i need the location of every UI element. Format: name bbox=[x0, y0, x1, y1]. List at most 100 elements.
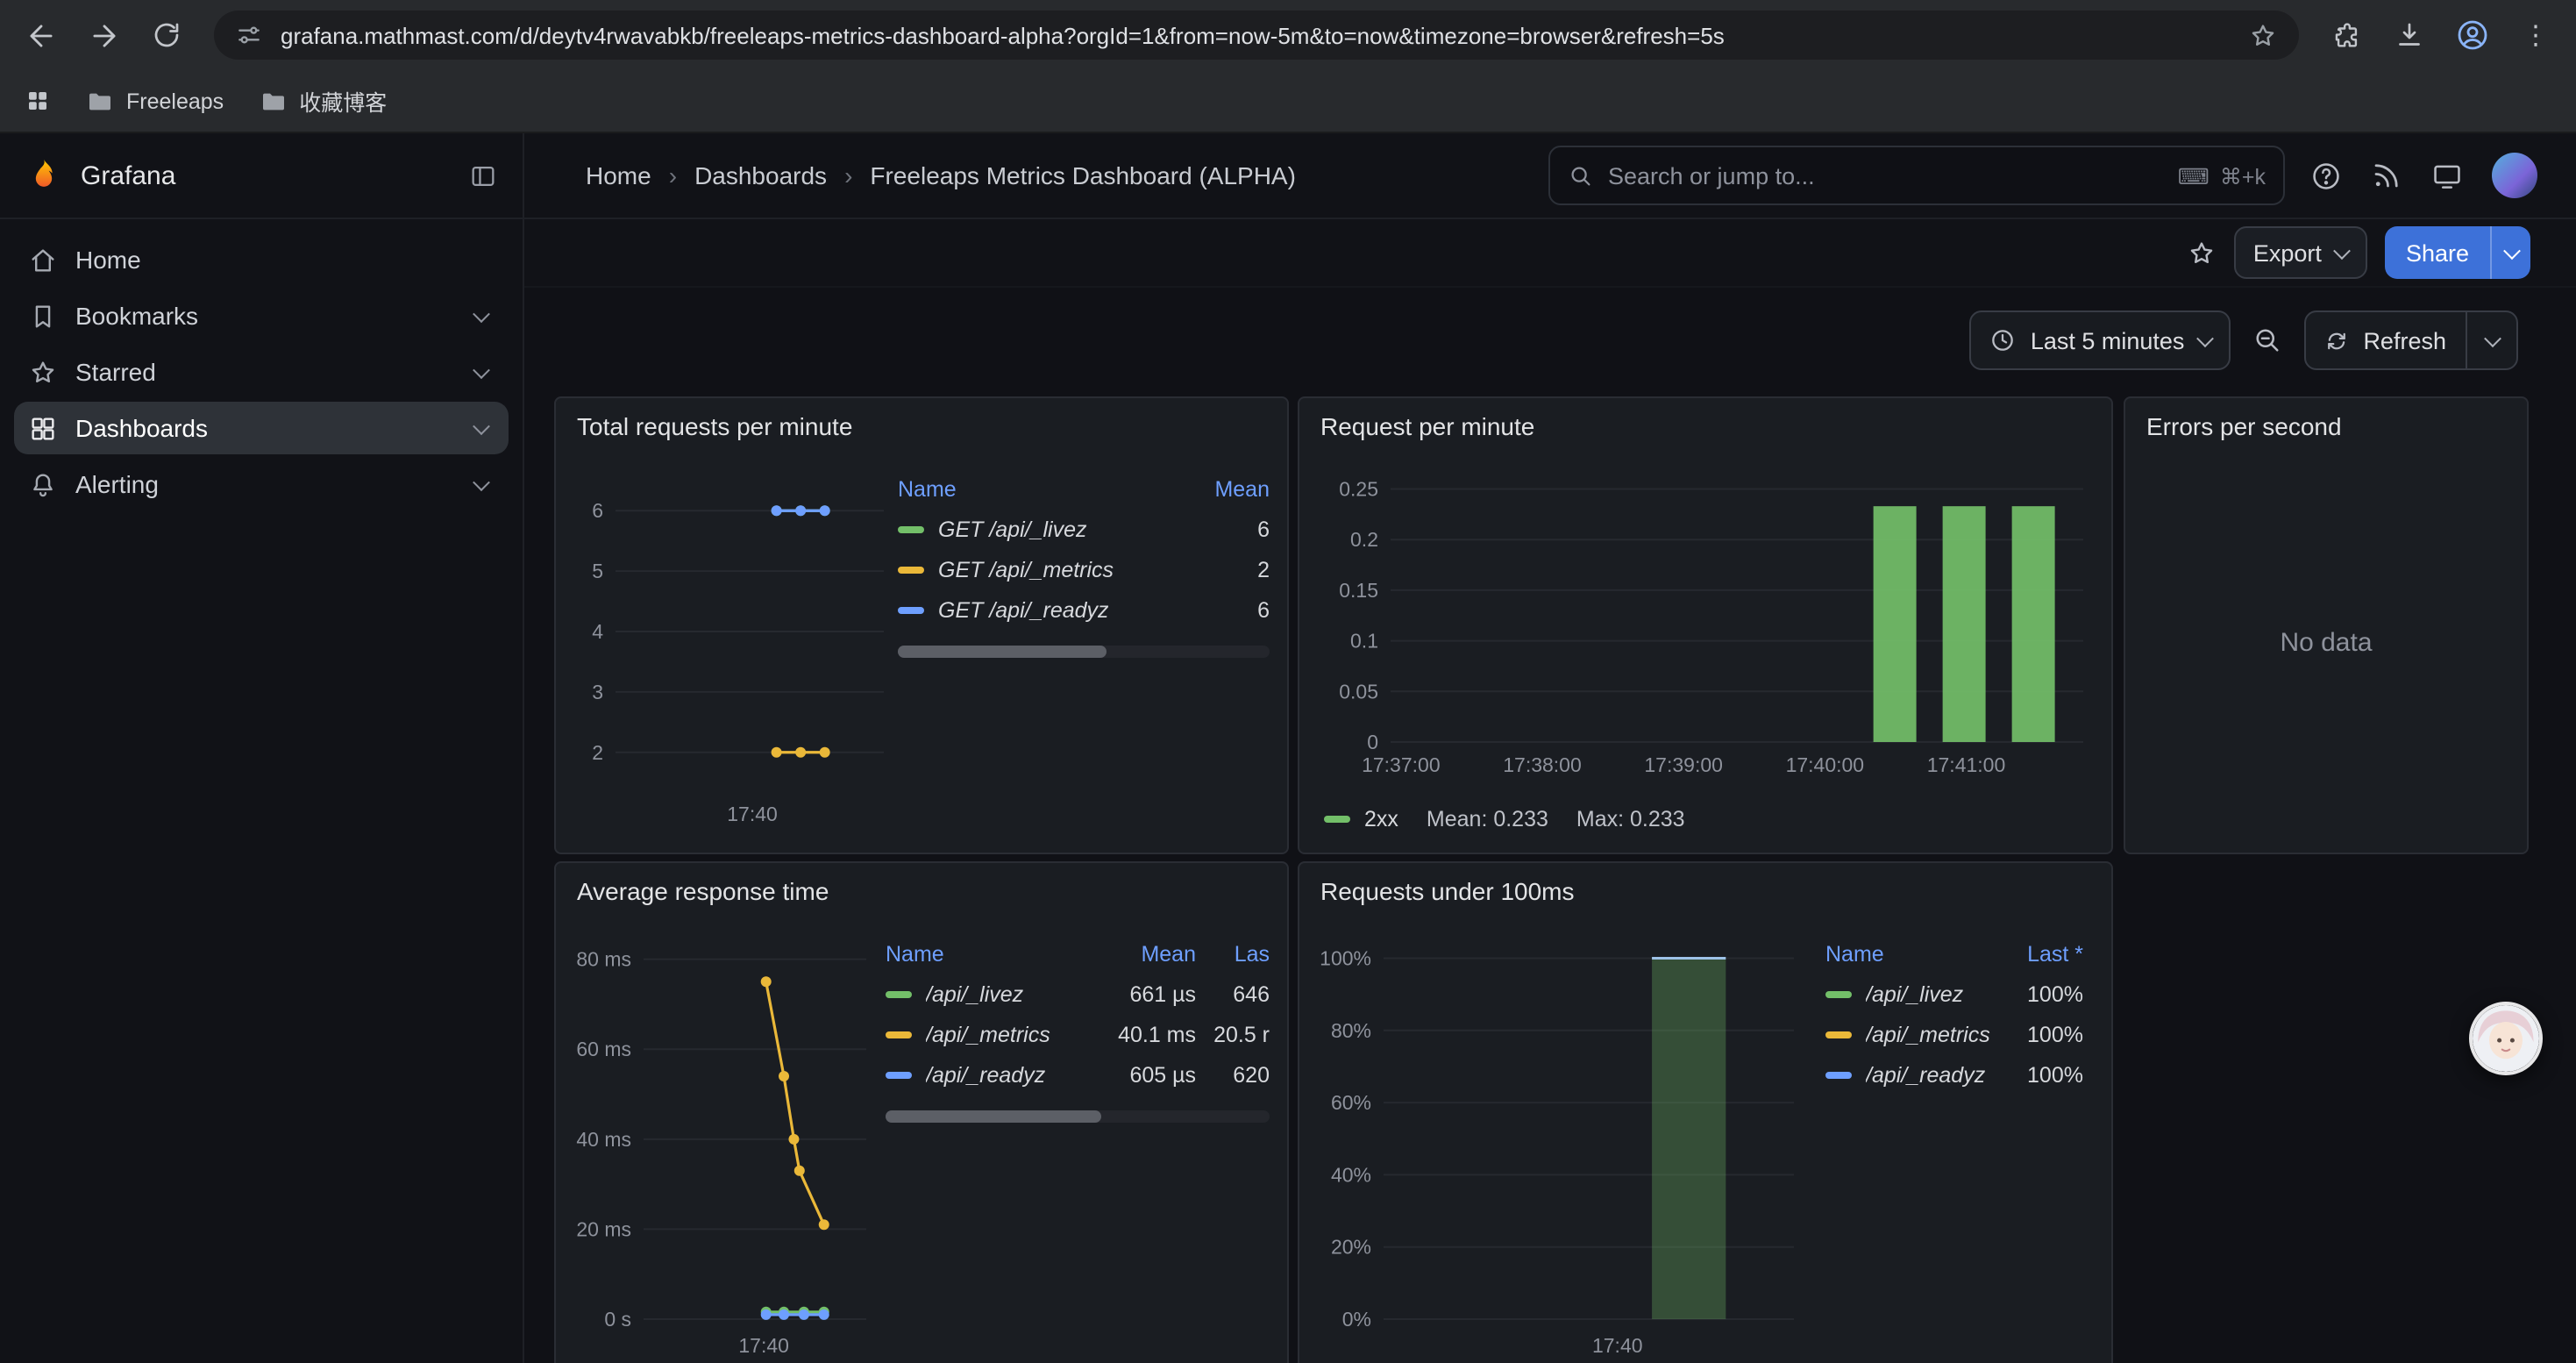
series-color-dash bbox=[898, 606, 924, 613]
keyboard-icon: ⌨ bbox=[2178, 162, 2210, 189]
column-header-name[interactable]: Name bbox=[1825, 941, 1884, 966]
panel-title[interactable]: Requests under 100ms bbox=[1320, 877, 1575, 905]
browser-menu-icon[interactable]: ⋮ bbox=[2509, 9, 2562, 61]
sidebar-item-home[interactable]: Home bbox=[14, 233, 509, 286]
dashboard-canvas: Last 5 minutes Refresh bbox=[524, 288, 2576, 1363]
scrollbar-thumb[interactable] bbox=[898, 646, 1106, 658]
chevron-down-icon[interactable] bbox=[2484, 329, 2501, 346]
series-color-dash bbox=[886, 1031, 912, 1038]
panel-title[interactable]: Request per minute bbox=[1320, 412, 1534, 440]
chevron-down-icon bbox=[2333, 241, 2351, 259]
table-row[interactable]: /api/_metrics 100% bbox=[1825, 1014, 2083, 1054]
horizontal-scrollbar[interactable] bbox=[886, 1110, 1270, 1123]
chevron-down-icon[interactable] bbox=[466, 366, 495, 378]
site-info-icon[interactable] bbox=[235, 21, 263, 49]
table-row[interactable]: GET /api/_livez 6 bbox=[898, 509, 1270, 549]
reload-button[interactable] bbox=[140, 9, 193, 61]
forward-button[interactable] bbox=[77, 9, 130, 61]
table-row[interactable]: /api/_metrics 40.1 ms 20.5 r bbox=[886, 1014, 1270, 1054]
bookmark-label: 收藏博客 bbox=[299, 84, 387, 118]
back-arrow-icon bbox=[24, 18, 57, 52]
svg-text:5: 5 bbox=[592, 560, 603, 582]
sidebar-item-bookmarks[interactable]: Bookmarks bbox=[14, 289, 509, 342]
share-button[interactable]: Share bbox=[2385, 226, 2530, 279]
breadcrumb-home[interactable]: Home bbox=[586, 161, 651, 189]
legend[interactable]: 2xx Mean: 0.233 Max: 0.233 bbox=[1324, 807, 1685, 831]
collapse-sidebar-icon[interactable] bbox=[468, 161, 498, 190]
downloads-icon[interactable] bbox=[2383, 9, 2436, 61]
reload-icon bbox=[151, 19, 182, 51]
svg-text:0.2: 0.2 bbox=[1350, 528, 1378, 551]
table-row[interactable]: /api/_readyz 100% bbox=[1825, 1054, 2083, 1095]
panel-title[interactable]: Total requests per minute bbox=[577, 412, 852, 440]
apps-grid-icon[interactable] bbox=[25, 88, 51, 114]
favorite-star-icon[interactable] bbox=[2187, 238, 2217, 268]
browser-toolbar: grafana.mathmast.com/d/deytv4rwavabkb/fr… bbox=[0, 0, 2576, 70]
sidebar-item-alerting[interactable]: Alerting bbox=[14, 458, 509, 510]
time-range-picker[interactable]: Last 5 minutes bbox=[1969, 310, 2231, 370]
bookmark-blog[interactable]: 收藏博客 bbox=[259, 84, 387, 118]
table-row[interactable]: /api/_readyz 605 µs 620 bbox=[886, 1054, 1270, 1095]
svg-text:17:39:00: 17:39:00 bbox=[1644, 753, 1723, 776]
svg-text:2: 2 bbox=[592, 741, 603, 764]
scrollbar-thumb[interactable] bbox=[886, 1110, 1100, 1123]
news-rss-icon[interactable] bbox=[2371, 160, 2402, 191]
help-icon[interactable] bbox=[2309, 159, 2343, 192]
assistant-avatar[interactable] bbox=[2469, 1002, 2543, 1075]
grafana-logo[interactable] bbox=[25, 156, 63, 195]
column-header-last[interactable]: Last * bbox=[2027, 941, 2083, 966]
svg-text:17:37:00: 17:37:00 bbox=[1362, 753, 1441, 776]
table-row[interactable]: GET /api/_metrics 2 bbox=[898, 549, 1270, 589]
extensions-icon[interactable] bbox=[2320, 9, 2373, 61]
sidebar: Grafana Home Bookmarks bbox=[0, 133, 524, 1363]
share-menu-caret[interactable] bbox=[2490, 226, 2530, 279]
legend-table: Name Last * /api/_livez 100% /api/_metri… bbox=[1825, 933, 2083, 1095]
export-button[interactable]: Export bbox=[2234, 226, 2367, 279]
url-text[interactable]: grafana.mathmast.com/d/deytv4rwavabkb/fr… bbox=[281, 22, 2231, 48]
breadcrumb-dashboards[interactable]: Dashboards bbox=[694, 161, 827, 189]
chart-total-requests[interactable]: 6543217:40 bbox=[570, 458, 894, 833]
dashboard-actions: Export Share bbox=[524, 219, 2576, 288]
bookmark-label: Freeleaps bbox=[126, 89, 224, 113]
bookmark-freeleaps[interactable]: Freeleaps bbox=[86, 87, 224, 115]
chart-requests-under-100ms[interactable]: 100%80%60%40%20%0%17:40 bbox=[1313, 923, 1804, 1363]
profile-icon[interactable] bbox=[2446, 9, 2499, 61]
panel-request-per-minute: Request per minute 0.250.20.150.10.05017… bbox=[1298, 396, 2113, 854]
chevron-down-icon[interactable] bbox=[466, 310, 495, 322]
bookmark-star-icon[interactable] bbox=[2248, 20, 2278, 50]
table-row[interactable]: GET /api/_readyz 6 bbox=[898, 589, 1270, 630]
column-header-mean[interactable]: Mean bbox=[1214, 476, 1270, 501]
svg-text:0%: 0% bbox=[1342, 1308, 1371, 1331]
chart-request-per-minute[interactable]: 0.250.20.150.10.05017:37:0017:38:0017:39… bbox=[1313, 461, 2097, 784]
sidebar-item-dashboards[interactable]: Dashboards bbox=[14, 402, 509, 454]
svg-text:20 ms: 20 ms bbox=[576, 1217, 631, 1240]
panel-title[interactable]: Average response time bbox=[577, 877, 829, 905]
table-row[interactable]: /api/_livez 100% bbox=[1825, 974, 2083, 1014]
column-header-name[interactable]: Name bbox=[886, 941, 1087, 966]
chevron-down-icon[interactable] bbox=[466, 422, 495, 434]
bookmarks-bar: Freeleaps 收藏博客 bbox=[0, 70, 2576, 133]
zoom-out-icon[interactable] bbox=[2251, 325, 2282, 356]
table-row[interactable]: /api/_livez 661 µs 646 bbox=[886, 974, 1270, 1014]
url-bar[interactable]: grafana.mathmast.com/d/deytv4rwavabkb/fr… bbox=[214, 11, 2299, 60]
svg-text:0.15: 0.15 bbox=[1339, 579, 1378, 602]
monitor-icon[interactable] bbox=[2430, 159, 2464, 192]
refresh-button[interactable]: Refresh bbox=[2303, 310, 2518, 370]
sidebar-item-starred[interactable]: Starred bbox=[14, 346, 509, 398]
main-area: Home › Dashboards › Freeleaps Metrics Da… bbox=[524, 133, 2576, 1363]
user-avatar[interactable] bbox=[2492, 153, 2537, 198]
svg-text:0.1: 0.1 bbox=[1350, 630, 1378, 653]
column-header-name[interactable]: Name bbox=[898, 476, 957, 501]
column-header-last[interactable]: Las bbox=[1196, 941, 1270, 966]
chevron-down-icon[interactable] bbox=[466, 478, 495, 490]
series-color-dash bbox=[1825, 1071, 1852, 1078]
dashboard-grid: Total requests per minute 6543217:40 Nam… bbox=[524, 396, 2576, 1363]
search-input[interactable]: Search or jump to... ⌨ ⌘+k bbox=[1548, 146, 2285, 205]
series-color-dash bbox=[1324, 816, 1350, 823]
horizontal-scrollbar[interactable] bbox=[898, 646, 1270, 658]
chevron-down-icon bbox=[2196, 329, 2214, 346]
back-button[interactable] bbox=[14, 9, 67, 61]
column-header-mean[interactable]: Mean bbox=[1087, 941, 1196, 966]
chart-average-response-time[interactable]: 80 ms60 ms40 ms20 ms0 s17:40 bbox=[570, 923, 877, 1363]
breadcrumb-current: Freeleaps Metrics Dashboard (ALPHA) bbox=[870, 161, 1296, 189]
